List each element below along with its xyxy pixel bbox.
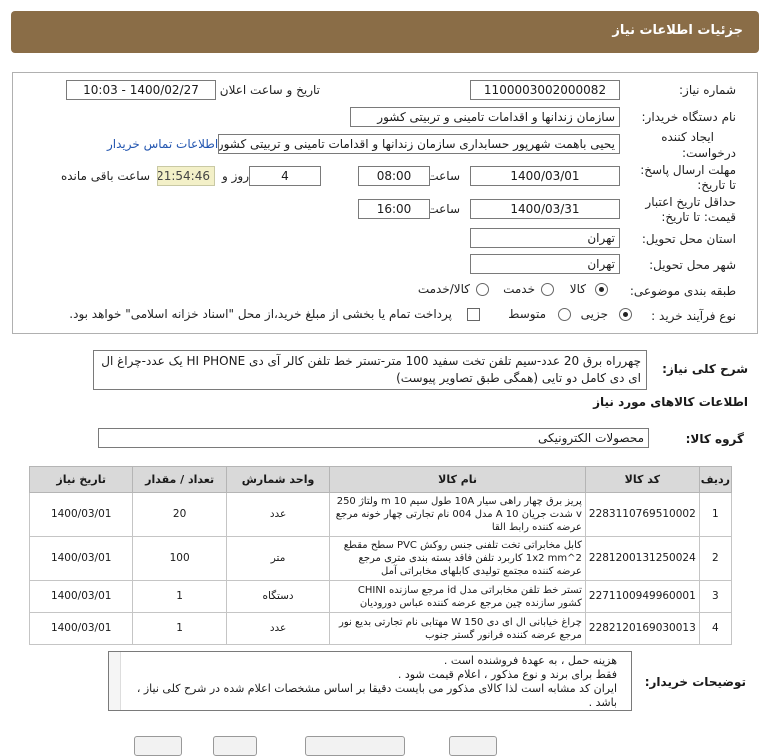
cell-date: 1400/03/01 [28, 536, 134, 581]
process-option-minor: جزیی [580, 307, 608, 321]
table-row[interactable]: 1 2283110769510002 پریز برق چهار راهی سی… [28, 492, 733, 537]
cell-qty: 1 [132, 612, 227, 645]
table-row[interactable]: 2 2281200131250024 کابل مخابراتی تخت تلف… [28, 536, 733, 581]
page-title: جزئیات اطلاعات نیاز [612, 23, 743, 38]
category-radio-goods[interactable] [595, 283, 608, 296]
process-type-label: نوع فرآیند خرید : [651, 309, 736, 323]
cell-name: کابل مخابراتی تخت تلفنی جنس روکش PVC سطح… [329, 536, 586, 581]
description-box: چهرراه برق 20 عدد-سیم تلفن تخت سفید 100 … [93, 350, 647, 390]
reply-date-field: 1400/03/01 [470, 166, 620, 186]
creator-label-line1: ایجاد کننده [661, 130, 714, 144]
days-label: روز و [222, 169, 249, 183]
category-option-goods-service: کالا/خدمت [417, 282, 470, 296]
col-header-qty: تعداد / مقدار [132, 466, 227, 493]
cell-index: 3 [698, 580, 733, 613]
remaining-time-label: ساعت باقی مانده [60, 169, 150, 183]
buyer-org-field: سازمان زندانها و اقدامات تامینی و تربیتی… [350, 107, 620, 127]
validity-time-label: ساعت [427, 202, 460, 216]
buyer-org-label: نام دستگاه خریدار: [641, 110, 737, 124]
process-radio-minor[interactable] [619, 308, 632, 321]
cell-name: پریز برق چهار راهی سیار 10A طول سیم 10 m… [329, 492, 586, 537]
col-header-code: کد کالا [584, 466, 700, 493]
table-row[interactable]: 4 2282120169030013 چراغ خیابانی ال ای دی… [28, 612, 733, 645]
goods-table: ردیف کد کالا نام کالا واحد شمارش تعداد /… [28, 466, 733, 645]
buyer-contact-link[interactable]: اطلاعات تماس خریدار [107, 137, 218, 151]
province-field: تهران [470, 228, 620, 248]
province-label: استان محل تحویل: [641, 232, 736, 246]
cell-unit: عدد [225, 492, 331, 537]
cell-date: 1400/03/01 [28, 612, 134, 645]
cell-qty: 20 [132, 492, 227, 537]
cell-date: 1400/03/01 [28, 580, 134, 613]
reply-deadline-label-line2: تا تاریخ: [697, 178, 736, 192]
creator-label-line2: درخواست: [682, 146, 736, 160]
category-option-service: خدمت [503, 282, 535, 296]
col-header-name: نام کالا [329, 466, 586, 493]
cell-index: 1 [698, 492, 733, 537]
goods-group-field: محصولات الکترونیکی [98, 428, 649, 448]
note-line: فقط برای برند و نوع مذکور ، اعلام قیمت ش… [397, 668, 617, 681]
buyer-notes-box[interactable]: هزینه حمل ، به عهدۀ فروشنده است . فقط بر… [108, 651, 632, 711]
notes-scrollbar[interactable] [109, 652, 121, 710]
category-radio-service[interactable] [541, 283, 554, 296]
cell-index: 2 [698, 536, 733, 581]
bottom-button[interactable] [305, 736, 405, 756]
need-number-label: شماره نیاز: [679, 83, 736, 97]
cell-qty: 100 [132, 536, 227, 581]
col-header-date: تاریخ نیاز [28, 466, 134, 493]
table-row[interactable]: 3 2271100949960001 تستر خط تلفن مخابراتی… [28, 580, 733, 613]
need-number-field: 1100003002000082 [470, 80, 620, 100]
validity-time-field: 16:00 [358, 199, 430, 219]
process-option-medium: متوسط [508, 307, 546, 321]
bottom-button[interactable] [449, 736, 497, 756]
city-field: تهران [470, 254, 620, 274]
validity-label-line2: قیمت: تا تاریخ: [661, 210, 736, 224]
treasury-payment-note: پرداخت تمام یا بخشی از مبلغ خرید،از محل … [69, 307, 452, 321]
treasury-payment-checkbox[interactable] [467, 308, 480, 321]
reply-time-label: ساعت [427, 169, 460, 183]
reply-time-field: 08:00 [358, 166, 430, 186]
goods-group-label: گروه کالا: [685, 432, 744, 446]
reply-deadline-label-line1: مهلت ارسال پاسخ: [640, 163, 736, 177]
category-label: طبقه بندی موضوعی: [629, 284, 736, 298]
cell-name: تستر خط تلفن مخابراتی مدل id مرجع سازنده… [329, 580, 586, 613]
description-label: شرح کلی نیاز: [662, 362, 748, 376]
cell-date: 1400/03/01 [28, 492, 134, 537]
creator-field: یحیی باهمت شهرپور حسابداری سازمان زندانه… [218, 134, 620, 154]
col-header-unit: واحد شمارش [225, 466, 331, 493]
buyer-notes-label: توضیحات خریدار: [644, 675, 746, 689]
cell-code: 2271100949960001 [584, 580, 700, 613]
process-radio-medium[interactable] [558, 308, 571, 321]
cell-unit: متر [225, 536, 331, 581]
validity-date-field: 1400/03/31 [470, 199, 620, 219]
cell-code: 2282120169030013 [584, 612, 700, 645]
bottom-button[interactable] [134, 736, 182, 756]
category-radio-goods-service[interactable] [476, 283, 489, 296]
cell-name: چراغ خیابانی ال ای دی 150 W مهتابی نام ت… [329, 612, 586, 645]
goods-section-title: اطلاعات کالاهای مورد نیاز [593, 395, 748, 409]
cell-code: 2281200131250024 [584, 536, 700, 581]
category-option-goods: کالا [569, 282, 586, 296]
page-header: جزئیات اطلاعات نیاز [11, 11, 759, 53]
validity-label-line1: حداقل تاریخ اعتبار [645, 195, 736, 209]
note-line: ایران کد مشابه است لذا کالای مذکور می با… [136, 682, 617, 709]
cell-index: 4 [698, 612, 733, 645]
announce-datetime-field: 1400/02/27 - 10:03 [66, 80, 216, 100]
note-line: هزینه حمل ، به عهدۀ فروشنده است . [443, 654, 617, 667]
cell-unit: عدد [225, 612, 331, 645]
remaining-time-field: 21:54:46 [157, 166, 215, 186]
col-header-index: ردیف [698, 466, 733, 493]
bottom-button[interactable] [213, 736, 257, 756]
city-label: شهر محل تحویل: [649, 258, 736, 272]
goods-table-header: ردیف کد کالا نام کالا واحد شمارش تعداد /… [28, 466, 733, 493]
cell-unit: دستگاه [225, 580, 331, 613]
cell-code: 2283110769510002 [584, 492, 700, 537]
cell-qty: 1 [132, 580, 227, 613]
days-field: 4 [249, 166, 321, 186]
